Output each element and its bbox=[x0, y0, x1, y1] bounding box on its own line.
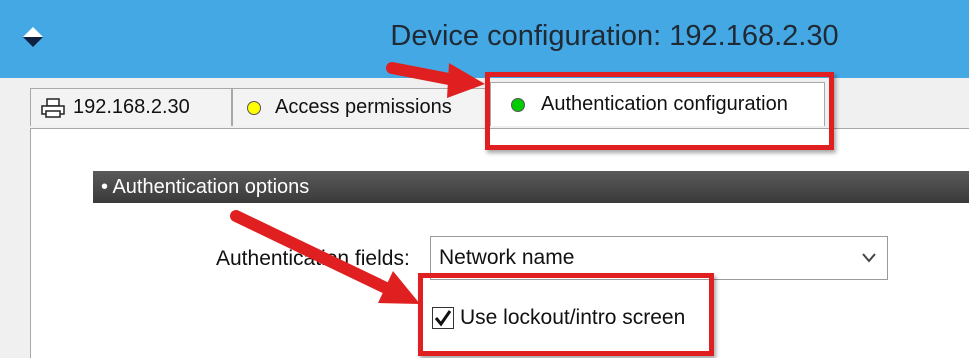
chevron-down-icon bbox=[862, 253, 876, 263]
authentication-fields-value: Network name bbox=[439, 246, 575, 269]
yellow-status-dot-icon bbox=[247, 100, 261, 115]
authentication-fields-label: Authentication fields: bbox=[216, 247, 410, 270]
title-bar: Device configuration: 192.168.2.30 bbox=[0, 0, 969, 78]
window-title: Device configuration: 192.168.2.30 bbox=[390, 20, 839, 52]
tab-device-label: 192.168.2.30 bbox=[73, 96, 190, 118]
highlight-box-checkbox bbox=[418, 273, 714, 356]
tab-device[interactable]: 192.168.2.30 bbox=[30, 88, 232, 126]
highlight-box-tab bbox=[485, 72, 834, 150]
tab-access-permissions[interactable]: Access permissions bbox=[232, 88, 490, 126]
printer-icon bbox=[41, 97, 65, 118]
tab-access-permissions-label: Access permissions bbox=[275, 96, 452, 118]
authentication-options-header: • Authentication options bbox=[93, 171, 969, 203]
